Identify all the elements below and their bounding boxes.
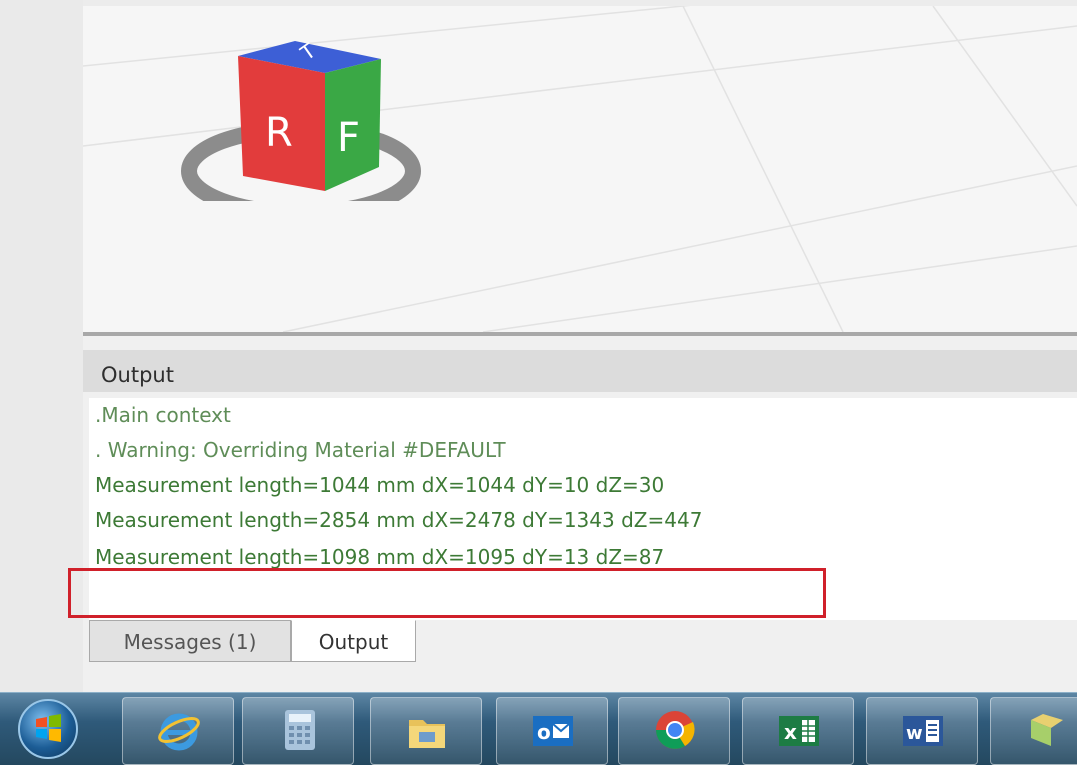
tab-output[interactable]: Output xyxy=(291,620,416,662)
internet-explorer-icon xyxy=(158,713,200,751)
taskbar-chrome[interactable] xyxy=(618,697,730,765)
tab-messages[interactable]: Messages (1) xyxy=(89,620,291,662)
highlight-annotation-box xyxy=(68,568,826,618)
file-explorer-icon xyxy=(409,720,445,748)
windows-start-orb-icon[interactable] xyxy=(18,699,78,759)
windows-explorer-icon xyxy=(1031,714,1063,746)
taskbar-word[interactable]: w xyxy=(866,697,978,765)
taskbar-internet-explorer[interactable] xyxy=(122,697,234,765)
view-cube[interactable]: T R F xyxy=(173,41,453,201)
calculator-icon xyxy=(285,710,315,750)
taskbar: o x w xyxy=(0,692,1077,765)
log-line: . Warning: Overriding Material #DEFAULT xyxy=(95,438,506,462)
log-line: .Main context xyxy=(95,403,231,427)
word-icon: w xyxy=(903,716,943,746)
log-line: Measurement length=1044 mm dX=1044 dY=10… xyxy=(95,473,665,497)
excel-icon: x xyxy=(779,716,819,746)
taskbar-calculator[interactable] xyxy=(242,697,354,765)
taskbar-windows-explorer[interactable] xyxy=(990,697,1077,765)
taskbar-excel[interactable]: x xyxy=(742,697,854,765)
3d-viewport[interactable]: T R F xyxy=(83,6,1077,332)
taskbar-file-explorer[interactable] xyxy=(370,697,482,765)
svg-text:x: x xyxy=(784,720,797,744)
svg-text:o: o xyxy=(537,720,551,744)
svg-text:w: w xyxy=(906,723,923,744)
chrome-icon xyxy=(656,711,695,749)
taskbar-outlook[interactable]: o xyxy=(496,697,608,765)
windows-logo-icon xyxy=(36,714,61,742)
view-cube-right-label: R xyxy=(265,110,293,156)
outlook-icon: o xyxy=(533,716,573,746)
output-panel-header: Output xyxy=(83,350,1077,392)
log-line: Measurement length=2854 mm dX=2478 dY=13… xyxy=(95,508,703,532)
view-cube-front-label: F xyxy=(337,115,360,161)
output-panel-title: Output xyxy=(101,363,174,387)
